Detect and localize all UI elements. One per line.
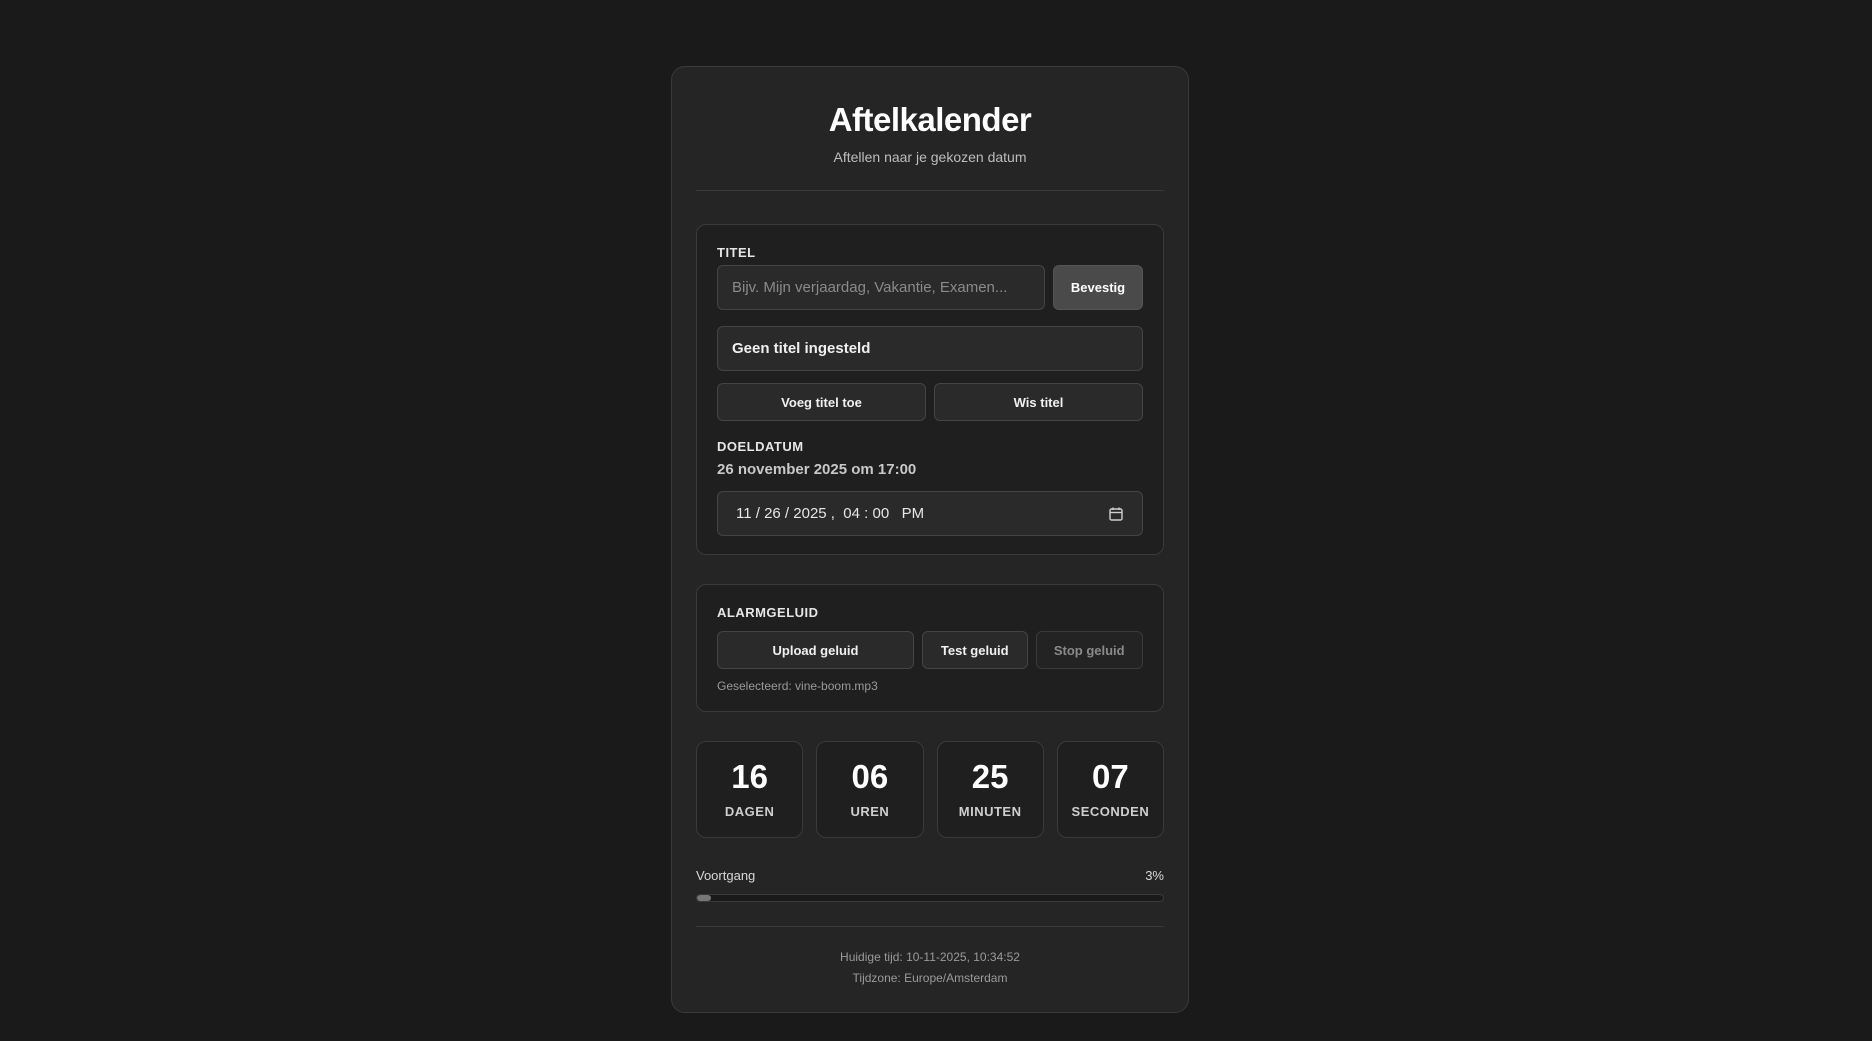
header: Aftelkalender Aftellen naar je gekozen d…	[696, 67, 1164, 166]
countdown-hours: 06 UREN	[816, 741, 924, 838]
current-title-text: Geen titel ingesteld	[732, 340, 871, 357]
footer-divider	[696, 926, 1164, 927]
hours-label: UREN	[850, 804, 890, 819]
stop-sound-button[interactable]: Stop geluid	[1035, 631, 1143, 669]
title-actions-row: Voeg titel toe Wis titel	[717, 383, 1143, 421]
title-input-row: Bevestig	[717, 265, 1143, 310]
title-input[interactable]	[717, 265, 1045, 310]
target-date-readout: 26 november 2025 om 17:00	[717, 461, 917, 478]
selected-sound-text: Geselecteerd: vine-boom.mp3	[717, 679, 878, 693]
countdown-days: 16 DAGEN	[696, 741, 804, 838]
add-title-button[interactable]: Voeg titel toe	[717, 383, 926, 421]
progress-label: Voortgang	[696, 868, 756, 883]
minutes-value: 25	[971, 758, 1009, 795]
progress-percent: 3%	[1145, 868, 1164, 883]
seconds-label: SECONDEN	[1071, 804, 1150, 819]
seconds-value: 07	[1092, 758, 1129, 795]
countdown-seconds: 07 SECONDEN	[1056, 741, 1164, 838]
alarm-panel: ALARMGELUID Upload geluid Test geluid St…	[696, 584, 1164, 712]
days-value: 16	[731, 758, 768, 795]
current-title-display: Geen titel ingesteld	[717, 326, 1143, 371]
confirm-button[interactable]: Bevestig	[1053, 265, 1143, 310]
progress-header: Voortgang 3%	[696, 868, 1164, 884]
countdown-card: Aftelkalender Aftellen naar je gekozen d…	[671, 66, 1189, 1013]
clear-title-button[interactable]: Wis titel	[934, 383, 1143, 421]
countdown-minutes: 25 MINUTEN	[936, 741, 1044, 838]
upload-sound-button[interactable]: Upload geluid	[717, 631, 914, 669]
page-subtitle: Aftellen naar je gekozen datum	[833, 149, 1027, 165]
minutes-label: MINUTEN	[958, 804, 1022, 819]
hours-value: 06	[851, 758, 889, 795]
page-title: Aftelkalender	[828, 101, 1032, 138]
days-label: DAGEN	[724, 804, 775, 819]
footer: Huidige tijd: 10-11-2025, 10:34:52 Tijdz…	[696, 947, 1164, 989]
datetime-input[interactable]: 11 / 26 / 2025 , 04 : 00 PM	[717, 491, 1143, 536]
settings-panel: TITEL Bevestig Geen titel ingesteld Voeg…	[696, 224, 1164, 555]
test-sound-button[interactable]: Test geluid	[922, 631, 1028, 669]
progress-bar	[696, 894, 1164, 902]
alarm-actions-row: Upload geluid Test geluid Stop geluid	[717, 631, 1143, 669]
title-label: TITEL	[717, 245, 756, 260]
datetime-value: 11 / 26 / 2025 , 04 : 00 PM	[736, 505, 925, 522]
progress-bar-fill	[697, 895, 711, 901]
current-time-text: Huidige tijd: 10-11-2025, 10:34:52	[840, 950, 1020, 964]
target-date-label: DOELDATUM	[717, 439, 804, 454]
alarm-label: ALARMGELUID	[717, 605, 819, 620]
timezone-text: Tijdzone: Europe/Amsterdam	[852, 971, 1008, 985]
countdown-display: 16 DAGEN 06 UREN 25 MINUTEN 07 SECONDEN	[696, 741, 1164, 838]
header-divider	[696, 190, 1164, 191]
calendar-icon[interactable]	[1108, 506, 1124, 522]
